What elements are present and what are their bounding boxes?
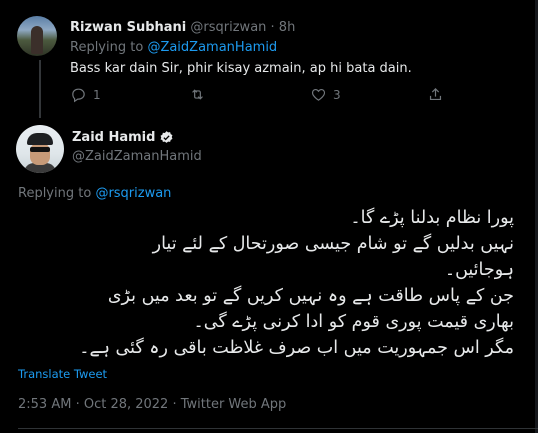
- translate-tweet-link[interactable]: Translate Tweet: [18, 367, 107, 381]
- avatar-figure: [31, 26, 43, 54]
- reply-time[interactable]: · 8h: [271, 20, 296, 35]
- reply-text: Bass kar dain Sir, phir kisay azmain, ap…: [70, 61, 412, 76]
- tweet-text-line: بھاری قیمت پوری قوم کو ادا کرنی پڑے گی۔: [193, 312, 514, 332]
- main-author-handle[interactable]: @ZaidZamanHamid: [72, 149, 202, 164]
- tweet-meta[interactable]: 2:53 AM · Oct 28, 2022 · Twitter Web App: [18, 397, 286, 412]
- share-icon: [429, 87, 442, 101]
- avatar-cap: [27, 133, 53, 145]
- main-replying-to: Replying to @rsqrizwan: [18, 186, 171, 201]
- like-button[interactable]: 3: [310, 86, 341, 103]
- tweet-text-line: ہوجائیں۔: [444, 260, 514, 280]
- reply-button[interactable]: 1: [70, 86, 101, 103]
- tweet-text: پورا نظام بدلنا پڑے گا۔ نہیں بدلیں گے تو…: [34, 205, 514, 361]
- reply-replying-to: Replying to @ZaidZamanHamid: [70, 40, 277, 55]
- verified-badge-icon: [161, 131, 173, 143]
- reply-author-name[interactable]: Rizwan Subhani: [70, 20, 186, 35]
- replying-to-label: Replying to: [18, 186, 96, 201]
- reply-count: 1: [93, 87, 101, 102]
- reply-actions: 1 3: [70, 86, 510, 108]
- reply-author-handle[interactable]: @rsqrizwan: [190, 20, 266, 35]
- divider: [18, 428, 538, 429]
- avatar[interactable]: [17, 16, 57, 56]
- heart-icon: [311, 88, 326, 101]
- replying-to-handle-link[interactable]: @ZaidZamanHamid: [147, 40, 277, 55]
- avatar[interactable]: [16, 125, 64, 173]
- retweet-icon: [192, 89, 203, 100]
- share-button[interactable]: [427, 86, 444, 103]
- tweet-text-line: جن کے پاس طاقت ہے وہ نہیں کریں گے تو بعد…: [107, 286, 514, 306]
- tweet-text-line: پورا نظام بدلنا پڑے گا۔: [350, 208, 514, 228]
- tweet-text-line: نہیں بدلیں گے تو شام جیسی صورتحال کے لئے…: [152, 234, 514, 254]
- main-author: Zaid Hamid: [72, 130, 174, 145]
- tweet-text-line: مگر اس جمہوریت میں اب صرف غلاظت باقی رہ …: [79, 338, 514, 358]
- replying-to-handle-link[interactable]: @rsqrizwan: [95, 186, 171, 201]
- reply-header: Rizwan Subhani @rsqrizwan · 8h: [70, 20, 295, 35]
- replying-to-label: Replying to: [70, 40, 148, 55]
- thread-line: [39, 60, 41, 118]
- reply-icon: [72, 88, 85, 103]
- avatar-sunglasses: [30, 147, 50, 152]
- main-author-name[interactable]: Zaid Hamid: [72, 130, 155, 145]
- like-count: 3: [333, 87, 341, 102]
- reply-tweet[interactable]: Rizwan Subhani @rsqrizwan · 8h Replying …: [0, 0, 538, 118]
- retweet-button[interactable]: [189, 86, 212, 103]
